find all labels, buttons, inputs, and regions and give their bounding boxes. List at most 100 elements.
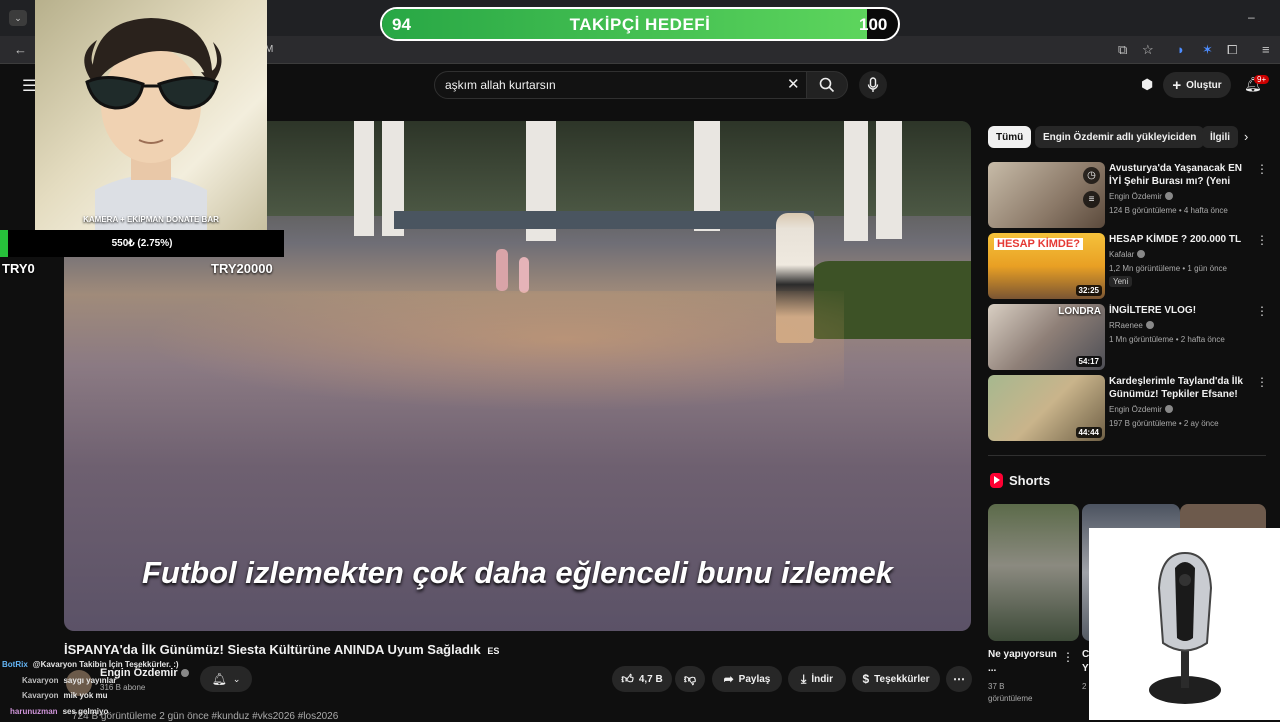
shorts-heading: Shorts xyxy=(1009,473,1051,488)
mic-icon xyxy=(867,77,879,92)
recommendation-item[interactable]: ◷ ≡ Avusturya'da Yaşanacak EN İYİ Şehir … xyxy=(988,162,1268,228)
minimize-icon[interactable]: – xyxy=(1248,10,1255,24)
donate-progress-bar: 550₺ (2.75%) xyxy=(0,230,284,257)
extension-icon[interactable]: ◗ xyxy=(1177,36,1185,64)
new-badge: Yeni xyxy=(1109,276,1133,287)
thanks-button[interactable]: $ Teşekkürler xyxy=(852,666,940,692)
download-label: İndir xyxy=(811,673,833,685)
dislike-button[interactable]: 👎︎ xyxy=(675,666,705,692)
thanks-icon: $ xyxy=(862,672,870,686)
chat-user: BotRix xyxy=(2,660,28,669)
donate-amount: 550₺ (2.75%) xyxy=(111,238,173,249)
rec-thumbnail[interactable]: ◷ ≡ xyxy=(988,162,1105,228)
webcam-illustration xyxy=(1149,551,1221,704)
rec-channel[interactable]: Kafalar xyxy=(1109,250,1146,259)
rec-channel[interactable]: Engin Özdemir xyxy=(1109,405,1173,414)
video-child xyxy=(496,249,508,291)
share-icon: ➦ xyxy=(723,672,734,686)
search-icon xyxy=(819,77,835,93)
like-button[interactable]: 👍︎ 4,7 B xyxy=(612,666,672,692)
rec-title[interactable]: HESAP KİMDE ? 200.000 TL xyxy=(1109,233,1249,246)
rec-title[interactable]: İNGİLTERE VLOG! xyxy=(1109,304,1249,317)
verified-icon xyxy=(1164,405,1173,413)
more-vert-icon[interactable]: ⋮ xyxy=(1256,304,1268,318)
search-button[interactable] xyxy=(806,71,848,99)
tab-list-button[interactable]: ⌄ xyxy=(9,10,27,26)
search-field[interactable]: ✕ xyxy=(434,71,812,99)
puzzle-icon[interactable]: ⧠ xyxy=(1227,36,1237,64)
chat-message: ses gelmiyo xyxy=(62,707,109,716)
share-label: Paylaş xyxy=(738,673,771,685)
shorts-icon xyxy=(990,473,1003,488)
chip-from-uploader[interactable]: Engin Özdemir adlı yükleyiciden xyxy=(1035,126,1205,148)
more-vert-icon[interactable]: ⋮ xyxy=(1256,233,1268,247)
video-title: İSPANYA'da İlk Günümüz! Siesta Kültürüne… xyxy=(64,642,499,657)
rec-title[interactable]: Kardeşlerimle Tayland'da İlk Günümüz! Te… xyxy=(1109,375,1249,401)
chat-overlay: BotRix @Kavaryon Takibin İçin Teşekkürler… xyxy=(0,656,300,720)
chat-line: Kavaryon saygı yayınlar xyxy=(22,676,116,685)
chat-message: @Kavaryon Takibin İçin Teşekkürler. :) xyxy=(32,660,179,669)
rec-thumbnail[interactable]: 44:44 xyxy=(988,375,1105,441)
clear-search-icon[interactable]: ✕ xyxy=(787,75,800,93)
streamer-avatar-camera: KAMERA + EKİPMAN DONATE BAR xyxy=(35,0,267,230)
more-vert-icon[interactable]: ⋮ xyxy=(1256,162,1268,176)
thumbs-up-icon: 👍︎ xyxy=(621,671,634,686)
rec-channel[interactable]: Engin Özdemir xyxy=(1109,192,1173,201)
avatar-illustration xyxy=(84,18,222,230)
more-actions-button[interactable]: ⋯ xyxy=(946,666,972,692)
upload-icon[interactable]: ⬢ xyxy=(1141,76,1153,93)
watch-later-icon[interactable]: ◷ xyxy=(1083,167,1100,184)
short-title[interactable]: Ne yapıyorsun ... xyxy=(988,648,1060,676)
rec-thumbnail[interactable]: HESAP KİMDE? 32:25 xyxy=(988,233,1105,299)
rec-thumbnail[interactable]: LONDRA 54:17 xyxy=(988,304,1105,370)
create-label: Oluştur xyxy=(1186,79,1222,91)
video-subtitle: Futbol izlemekten çok daha eğlenceli bun… xyxy=(141,555,894,590)
cam-caption: KAMERA + EKİPMAN DONATE BAR xyxy=(83,215,219,224)
search-input[interactable] xyxy=(445,78,775,92)
video-light-glow xyxy=(144,291,844,411)
chip-all[interactable]: Tümü xyxy=(988,126,1032,148)
video-pool xyxy=(394,211,814,229)
rec-title[interactable]: Avusturya'da Yaşanacak EN İYİ Şehir Bura… xyxy=(1109,162,1249,189)
rec-meta: 1 Mn görüntüleme • 2 hafta önce xyxy=(1109,335,1225,344)
rec-channel-name: Engin Özdemir xyxy=(1109,192,1162,201)
rec-duration: 44:44 xyxy=(1075,427,1102,438)
cast-icon[interactable]: ⧉ xyxy=(1118,36,1127,64)
menu-dots-icon[interactable]: ≡ xyxy=(1262,36,1270,64)
rec-channel[interactable]: RRaenee xyxy=(1109,321,1154,330)
goal-target: 100 xyxy=(859,15,888,34)
chevron-right-icon[interactable]: › xyxy=(1244,129,1248,144)
webcam-product-overlay xyxy=(1089,528,1280,720)
add-to-queue-icon[interactable]: ≡ xyxy=(1083,191,1100,208)
bookmark-star-icon[interactable]: ☆ xyxy=(1142,36,1154,64)
voice-search-button[interactable] xyxy=(859,71,887,99)
recommendation-item[interactable]: LONDRA 54:17 İNGİLTERE VLOG! RRaenee 1 M… xyxy=(988,304,1268,370)
short-item[interactable] xyxy=(988,504,1079,641)
chat-line: BotRix @Kavaryon Takibin İçin Teşekkürler… xyxy=(2,660,179,669)
rec-meta: 197 B görüntüleme • 2 ay önce xyxy=(1109,419,1219,428)
more-vert-icon[interactable]: ⋮ xyxy=(1062,650,1074,664)
recommendation-item[interactable]: 44:44 Kardeşlerimle Tayland'da İlk Günüm… xyxy=(988,375,1268,441)
back-icon[interactable]: ← xyxy=(14,36,27,64)
thumb-text: LONDRA xyxy=(1058,306,1101,317)
thumbs-down-icon: 👎︎ xyxy=(683,671,697,686)
rec-channel-name: Kafalar xyxy=(1109,250,1135,259)
donate-max-label: TRY20000 xyxy=(211,261,273,276)
verified-icon xyxy=(1164,192,1173,200)
goal-title: TAKİPÇİ HEDEFİ xyxy=(569,15,711,34)
rec-meta: 124 B görüntüleme • 4 hafta önce xyxy=(1109,206,1228,215)
more-vert-icon[interactable]: ⋮ xyxy=(1256,375,1268,389)
download-icon: ⤓ xyxy=(801,671,807,686)
download-button[interactable]: ⤓ İndir xyxy=(788,666,846,692)
rec-duration: 54:17 xyxy=(1075,356,1102,367)
share-button[interactable]: ➦ Paylaş xyxy=(712,666,782,692)
notification-count-badge: 9+ xyxy=(1254,75,1270,84)
rec-channel-name: Engin Özdemir xyxy=(1109,405,1162,414)
donate-min-label: TRY0 xyxy=(2,261,35,276)
create-button[interactable]: + Oluştur xyxy=(1163,72,1231,98)
chip-related[interactable]: İlgili xyxy=(1202,126,1238,148)
short-views: 37 B görüntüleme xyxy=(988,682,1033,703)
recommendation-item[interactable]: HESAP KİMDE? 32:25 HESAP KİMDE ? 200.000… xyxy=(988,233,1268,299)
section-divider xyxy=(988,455,1266,456)
translate-icon[interactable]: ✶ xyxy=(1202,36,1213,64)
